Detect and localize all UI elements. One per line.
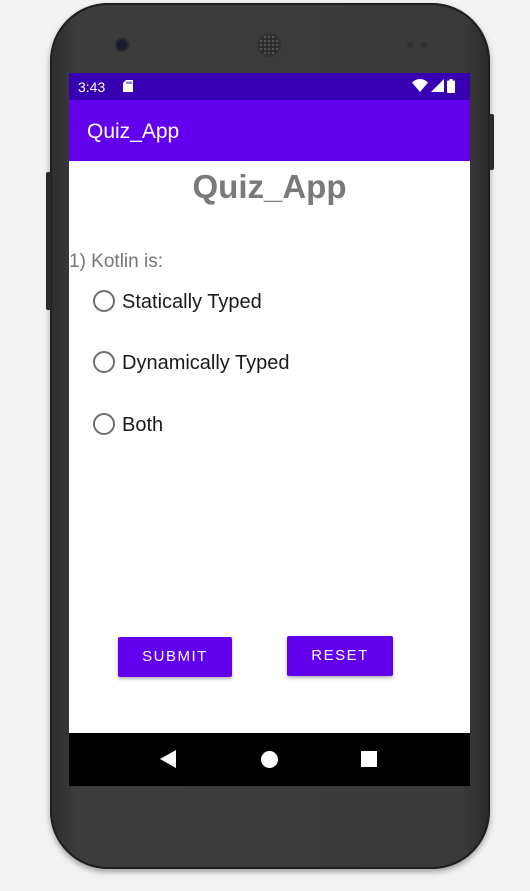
battery-icon: [447, 79, 455, 93]
signal-icon: [431, 79, 444, 92]
sd-card-icon: [123, 80, 133, 92]
status-icons: [412, 79, 462, 93]
submit-button[interactable]: SUBMIT: [118, 637, 232, 677]
status-time: 3:43: [78, 79, 106, 95]
light-sensor: [421, 42, 427, 48]
home-icon[interactable]: [261, 751, 278, 768]
radio-button-icon[interactable]: [93, 351, 115, 373]
app-bar: Quiz_App: [69, 100, 470, 161]
status-bar: 3:43: [69, 73, 470, 100]
reset-button[interactable]: RESET: [287, 636, 393, 676]
page-title: Quiz_App: [192, 168, 347, 205]
earpiece-speaker: [259, 35, 279, 55]
device-screen: 3:43 Quiz_App Quiz_App 1) Kotlin is: Sta…: [69, 73, 470, 786]
front-camera: [117, 40, 127, 50]
radio-button-icon[interactable]: [93, 413, 115, 435]
radio-option-label[interactable]: Statically Typed: [122, 291, 262, 314]
radio-option-label[interactable]: Both: [122, 414, 163, 437]
navigation-bar: [69, 733, 470, 786]
proximity-sensor: [407, 42, 413, 48]
back-icon[interactable]: [160, 750, 176, 768]
radio-option-label[interactable]: Dynamically Typed: [122, 352, 289, 375]
power-button: [489, 114, 494, 170]
radio-button-icon[interactable]: [93, 290, 115, 312]
volume-button: [46, 172, 51, 310]
app-bar-title: Quiz_App: [87, 120, 180, 143]
recents-icon[interactable]: [361, 751, 377, 767]
question-text: 1) Kotlin is:: [69, 251, 163, 272]
wifi-icon: [412, 79, 428, 92]
